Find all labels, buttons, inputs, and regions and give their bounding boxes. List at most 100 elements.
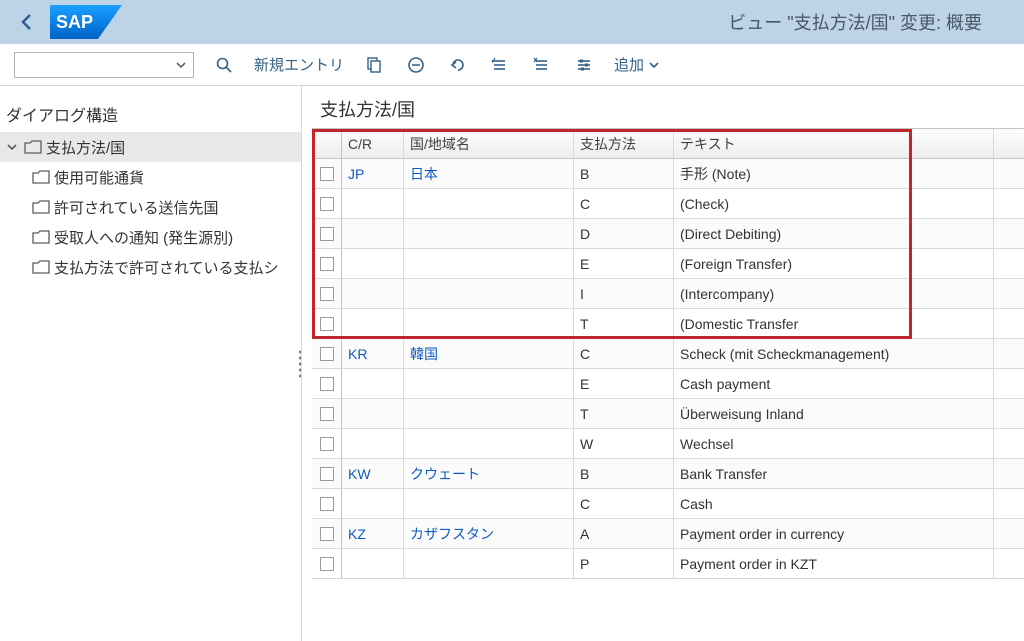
row-select-cell[interactable] <box>312 399 342 428</box>
tree-item[interactable]: 許可されている送信先国 <box>0 192 301 222</box>
tree-item[interactable]: 受取人への通知 (発生源別) <box>0 222 301 252</box>
row-select-cell[interactable] <box>312 369 342 398</box>
cell-cr <box>342 429 404 458</box>
row-checkbox[interactable] <box>320 497 334 511</box>
new-entry-button[interactable]: 新規エントリ <box>254 52 344 78</box>
cell-text: Scheck (mit Scheckmanagement) <box>674 339 994 368</box>
undo-icon <box>448 56 468 74</box>
cell-method: B <box>574 459 674 488</box>
table-row[interactable]: T (Domestic Transfer <box>312 309 1024 339</box>
col-text[interactable]: テキスト <box>674 129 994 158</box>
deselect-all-button[interactable] <box>530 52 554 78</box>
table-row[interactable]: KWクウェートBBank Transfer <box>312 459 1024 489</box>
toolbar: 新規エントリ <box>0 44 1024 86</box>
app-header: SAP ビュー "支払方法/国" 変更: 概要 <box>0 0 1024 44</box>
cell-method: C <box>574 489 674 518</box>
content-pane: 支払方法/国 C/R 国/地域名 支払方法 テキスト JP日本B手形 (Note… <box>302 86 1024 641</box>
cell-region: 日本 <box>404 159 574 188</box>
configure-button[interactable] <box>572 52 596 78</box>
row-checkbox[interactable] <box>320 317 334 331</box>
select-all-button[interactable] <box>488 52 512 78</box>
cell-text: Cash payment <box>674 369 994 398</box>
col-method[interactable]: 支払方法 <box>574 129 674 158</box>
dialog-tree-pane: ダイアログ構造 支払方法/国 使用可能通貨許可されている送信先国受取人への通知 … <box>0 86 302 641</box>
col-region[interactable]: 国/地域名 <box>404 129 574 158</box>
tree-item-label: 受取人への通知 (発生源別) <box>54 227 233 248</box>
cell-cr <box>342 279 404 308</box>
cell-region <box>404 249 574 278</box>
row-select-cell[interactable] <box>312 429 342 458</box>
row-select-cell[interactable] <box>312 249 342 278</box>
row-checkbox[interactable] <box>320 227 334 241</box>
row-checkbox[interactable] <box>320 437 334 451</box>
table-row[interactable]: D (Direct Debiting) <box>312 219 1024 249</box>
row-checkbox[interactable] <box>320 197 334 211</box>
table-row[interactable]: ECash payment <box>312 369 1024 399</box>
col-select <box>312 129 342 158</box>
folder-icon <box>32 200 50 214</box>
row-select-cell[interactable] <box>312 519 342 548</box>
cell-region <box>404 219 574 248</box>
row-checkbox[interactable] <box>320 167 334 181</box>
search-button[interactable] <box>212 52 236 78</box>
row-select-cell[interactable] <box>312 219 342 248</box>
table-row[interactable]: WWechsel <box>312 429 1024 459</box>
row-checkbox[interactable] <box>320 257 334 271</box>
row-checkbox[interactable] <box>320 557 334 571</box>
row-select-cell[interactable] <box>312 459 342 488</box>
search-icon <box>215 56 233 74</box>
cell-text: Payment order in KZT <box>674 549 994 578</box>
cell-text: Überweisung Inland <box>674 399 994 428</box>
row-checkbox[interactable] <box>320 467 334 481</box>
cell-text: (Direct Debiting) <box>674 219 994 248</box>
deselect-all-icon <box>533 56 551 74</box>
table-row[interactable]: C(Check) <box>312 189 1024 219</box>
row-checkbox[interactable] <box>320 287 334 301</box>
copy-button[interactable] <box>362 52 386 78</box>
row-select-cell[interactable] <box>312 189 342 218</box>
cell-region <box>404 369 574 398</box>
tree-item-label: 支払方法で許可されている支払シ <box>54 257 279 278</box>
table-row[interactable]: JP日本B手形 (Note) <box>312 159 1024 189</box>
row-select-cell[interactable] <box>312 549 342 578</box>
tree-item[interactable]: 支払方法で許可されている支払シ <box>0 252 301 282</box>
cell-method: W <box>574 429 674 458</box>
cell-method: C <box>574 189 674 218</box>
table-row[interactable]: PPayment order in KZT <box>312 549 1024 579</box>
chevron-down-icon <box>175 59 187 71</box>
row-checkbox[interactable] <box>320 347 334 361</box>
tree-expand-icon[interactable] <box>4 141 20 153</box>
splitter-handle[interactable] <box>299 350 302 377</box>
cell-cr <box>342 369 404 398</box>
table-row[interactable]: KR韓国CScheck (mit Scheckmanagement) <box>312 339 1024 369</box>
undo-button[interactable] <box>446 52 470 78</box>
cell-cr <box>342 399 404 428</box>
cell-region <box>404 399 574 428</box>
row-select-cell[interactable] <box>312 489 342 518</box>
add-menu[interactable]: 追加 <box>614 52 660 78</box>
col-cr[interactable]: C/R <box>342 129 404 158</box>
row-checkbox[interactable] <box>320 407 334 421</box>
table-row[interactable]: CCash <box>312 489 1024 519</box>
back-button[interactable] <box>12 7 42 37</box>
view-select[interactable] <box>14 52 194 78</box>
row-select-cell[interactable] <box>312 339 342 368</box>
row-select-cell[interactable] <box>312 159 342 188</box>
cell-cr <box>342 549 404 578</box>
table-row[interactable]: I (Intercompany) <box>312 279 1024 309</box>
row-select-cell[interactable] <box>312 309 342 338</box>
row-checkbox[interactable] <box>320 527 334 541</box>
cell-region <box>404 489 574 518</box>
tree-item[interactable]: 使用可能通貨 <box>0 162 301 192</box>
table-row[interactable]: KZカザフスタンAPayment order in currency <box>312 519 1024 549</box>
table-row[interactable]: TÜberweisung Inland <box>312 399 1024 429</box>
table-row[interactable]: E(Foreign Transfer) <box>312 249 1024 279</box>
add-label: 追加 <box>614 54 644 75</box>
delete-button[interactable] <box>404 52 428 78</box>
row-select-cell[interactable] <box>312 279 342 308</box>
main-area: ダイアログ構造 支払方法/国 使用可能通貨許可されている送信先国受取人への通知 … <box>0 86 1024 641</box>
sliders-icon <box>575 56 593 74</box>
cell-cr <box>342 249 404 278</box>
tree-root[interactable]: 支払方法/国 <box>0 132 301 162</box>
row-checkbox[interactable] <box>320 377 334 391</box>
